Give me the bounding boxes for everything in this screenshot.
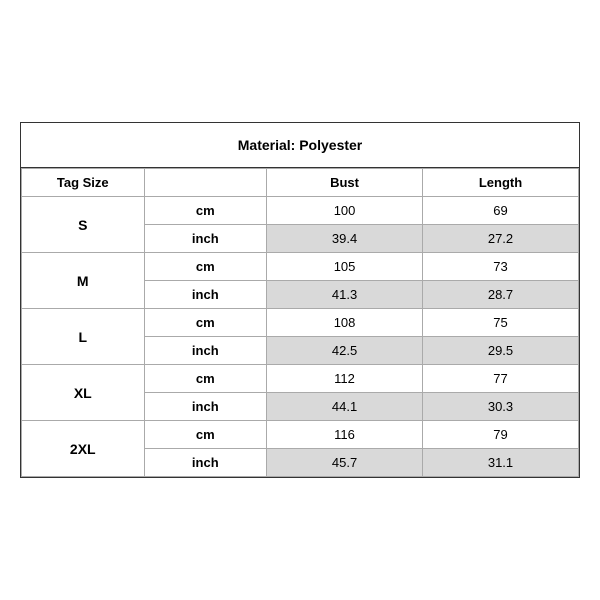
length-cm-value: 73: [423, 253, 579, 281]
unit-cm-cell: cm: [144, 365, 267, 393]
tag-size-cell: XL: [22, 365, 145, 421]
unit-inch-cell: inch: [144, 337, 267, 365]
length-header: Length: [423, 169, 579, 197]
tag-size-cell: S: [22, 197, 145, 253]
bust-inch-value: 45.7: [267, 449, 423, 477]
header-row: Tag Size Bust Length: [22, 169, 579, 197]
tag-size-cell: L: [22, 309, 145, 365]
bust-inch-value: 42.5: [267, 337, 423, 365]
length-cm-value: 75: [423, 309, 579, 337]
bust-cm-value: 116: [267, 421, 423, 449]
unit-cm-cell: cm: [144, 309, 267, 337]
size-chart: Material: Polyester Tag Size Bust Length…: [20, 122, 580, 478]
length-cm-value: 69: [423, 197, 579, 225]
tag-size-cell: M: [22, 253, 145, 309]
unit-header: [144, 169, 267, 197]
unit-inch-cell: inch: [144, 449, 267, 477]
bust-inch-value: 41.3: [267, 281, 423, 309]
unit-inch-cell: inch: [144, 281, 267, 309]
length-inch-value: 30.3: [423, 393, 579, 421]
table-row: Mcm10573: [22, 253, 579, 281]
length-cm-value: 77: [423, 365, 579, 393]
tag-size-cell: 2XL: [22, 421, 145, 477]
bust-inch-value: 39.4: [267, 225, 423, 253]
size-table: Tag Size Bust Length Scm10069inch39.427.…: [21, 168, 579, 477]
unit-cm-cell: cm: [144, 421, 267, 449]
table-row: Scm10069: [22, 197, 579, 225]
length-inch-value: 28.7: [423, 281, 579, 309]
unit-inch-cell: inch: [144, 393, 267, 421]
tag-size-header: Tag Size: [22, 169, 145, 197]
length-inch-value: 29.5: [423, 337, 579, 365]
bust-cm-value: 100: [267, 197, 423, 225]
bust-cm-value: 108: [267, 309, 423, 337]
length-inch-value: 27.2: [423, 225, 579, 253]
bust-cm-value: 105: [267, 253, 423, 281]
table-row: 2XLcm11679: [22, 421, 579, 449]
length-inch-value: 31.1: [423, 449, 579, 477]
table-row: Lcm10875: [22, 309, 579, 337]
length-cm-value: 79: [423, 421, 579, 449]
bust-header: Bust: [267, 169, 423, 197]
bust-inch-value: 44.1: [267, 393, 423, 421]
unit-cm-cell: cm: [144, 253, 267, 281]
chart-title: Material: Polyester: [21, 123, 579, 168]
unit-inch-cell: inch: [144, 225, 267, 253]
table-row: XLcm11277: [22, 365, 579, 393]
bust-cm-value: 112: [267, 365, 423, 393]
unit-cm-cell: cm: [144, 197, 267, 225]
